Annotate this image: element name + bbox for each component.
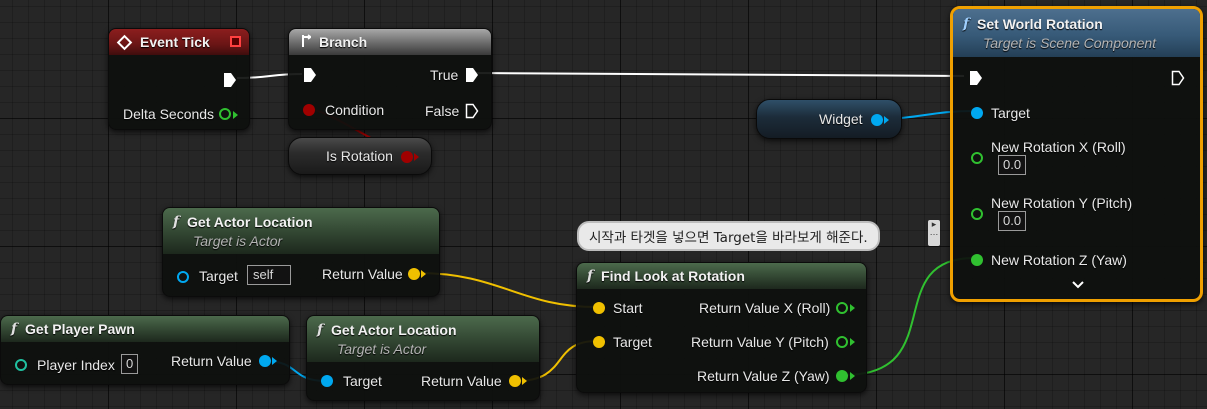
find-look-at-rotation-node[interactable]: f Find Look at Rotation Start Target Ret… xyxy=(576,262,867,393)
set-world-rotation-node[interactable]: f Set World Rotation Target is Scene Com… xyxy=(950,6,1203,302)
is-rotation-label: Is Rotation xyxy=(326,148,393,164)
pawn-return-label: Return Value xyxy=(171,353,252,369)
start-label: Start xyxy=(613,300,643,316)
loc1-target-pin[interactable] xyxy=(177,271,189,283)
loc1-return-pin[interactable] xyxy=(408,268,420,280)
ret-z-pin[interactable] xyxy=(836,370,848,382)
loc1-return-label: Return Value xyxy=(322,266,403,282)
pawn-return-arrow-icon xyxy=(272,357,278,365)
event-diamond-icon xyxy=(116,34,133,50)
function-icon: f xyxy=(587,268,594,284)
set-world-rotation-subtitle: Target is Scene Component xyxy=(983,34,1157,51)
roll-input[interactable]: 0.0 xyxy=(998,155,1027,175)
loc1-target-self-input[interactable]: self xyxy=(247,265,291,285)
delta-seconds-pin[interactable] xyxy=(219,108,231,120)
pitch-input[interactable]: 0.0 xyxy=(998,211,1027,231)
event-tick-header[interactable]: Event Tick xyxy=(109,29,249,55)
player-index-input[interactable]: 0 xyxy=(121,354,139,374)
exec-wire-branch-setrotation xyxy=(475,72,965,77)
player-index-pin[interactable] xyxy=(15,359,27,371)
loc2-return-pin[interactable] xyxy=(509,375,521,387)
delta-seconds-label: Delta Seconds xyxy=(123,106,215,122)
find-look-at-rotation-title: Find Look at Rotation xyxy=(601,268,745,284)
loc2-return-arrow-icon xyxy=(522,377,528,385)
ret-x-label: Return Value X (Roll) xyxy=(699,300,831,316)
comment-pin-icon[interactable]: ▸… xyxy=(928,220,940,246)
swr-target-label: Target xyxy=(991,105,1030,121)
event-tick-title: Event Tick xyxy=(140,34,210,50)
condition-label: Condition xyxy=(325,102,385,118)
ret-z-label: Return Value Z (Yaw) xyxy=(697,368,830,384)
get-player-pawn-title: Get Player Pawn xyxy=(25,321,135,337)
event-tick-node[interactable]: Event Tick Delta Seconds xyxy=(108,28,250,130)
delta-seconds-arrow-icon xyxy=(233,111,239,119)
loc2-target-label: Target xyxy=(343,373,382,389)
branch-true-label: True xyxy=(430,67,459,83)
loc2-target-pin[interactable] xyxy=(321,375,333,387)
comment-bubble[interactable]: 시작과 타겟을 넣으면 Target을 바라보게 해준다. xyxy=(577,221,880,251)
comment-text: 시작과 타겟을 넣으면 Target을 바라보게 해준다. xyxy=(589,230,868,246)
start-pin[interactable] xyxy=(593,302,605,314)
flar-target-pin[interactable] xyxy=(593,336,605,348)
swr-target-pin[interactable] xyxy=(971,107,983,119)
ret-x-pin[interactable] xyxy=(836,302,848,314)
widget-out-pin[interactable] xyxy=(871,114,883,126)
function-icon: f xyxy=(11,321,18,337)
branch-node[interactable]: Branch True Condition False xyxy=(288,28,492,130)
get-actor-location-node-2[interactable]: f Get Actor Location Target is Actor Tar… xyxy=(306,315,540,401)
function-icon: f xyxy=(963,15,970,32)
branch-false-label: False xyxy=(425,103,460,119)
get-actor-location-1-header[interactable]: f Get Actor Location Target is Actor xyxy=(163,208,439,254)
widget-variable[interactable]: Widget xyxy=(756,99,902,139)
roll-label: New Rotation X (Roll) xyxy=(991,139,1126,155)
find-look-at-rotation-header[interactable]: f Find Look at Rotation xyxy=(577,263,866,289)
loc1-return-arrow-icon xyxy=(421,270,427,278)
player-index-label: Player Index xyxy=(37,357,115,373)
get-actor-location-node-1[interactable]: f Get Actor Location Target is Actor Tar… xyxy=(162,207,440,297)
yaw-label: New Rotation Z (Yaw) xyxy=(991,252,1127,268)
get-actor-location-2-subtitle: Target is Actor xyxy=(337,340,427,357)
widget-arrow-icon xyxy=(884,116,890,124)
get-actor-location-1-title: Get Actor Location xyxy=(187,213,313,230)
is-rotation-variable[interactable]: Is Rotation xyxy=(288,137,432,175)
roll-pin[interactable] xyxy=(971,152,983,164)
swr-exec-in-pin[interactable] xyxy=(969,70,983,91)
branch-icon xyxy=(299,33,313,51)
condition-pin[interactable] xyxy=(303,104,315,116)
get-actor-location-1-subtitle: Target is Actor xyxy=(193,232,283,249)
loc1-target-label: Target xyxy=(199,268,238,284)
ret-y-arrow-icon xyxy=(850,338,856,346)
expand-chevron-icon[interactable] xyxy=(1071,277,1085,295)
exec-out-pin[interactable] xyxy=(223,72,237,93)
branch-false-pin[interactable] xyxy=(465,103,479,124)
pitch-label: New Rotation Y (Pitch) xyxy=(991,195,1133,211)
is-rotation-arrow-icon xyxy=(414,153,420,161)
widget-label: Widget xyxy=(819,111,863,127)
set-world-rotation-title: Set World Rotation xyxy=(977,15,1103,32)
function-icon: f xyxy=(317,321,324,338)
ret-y-pin[interactable] xyxy=(836,336,848,348)
ret-y-label: Return Value Y (Pitch) xyxy=(691,334,829,350)
branch-exec-in-pin[interactable] xyxy=(303,67,317,88)
get-actor-location-2-title: Get Actor Location xyxy=(331,321,457,338)
delegate-square-icon[interactable] xyxy=(230,36,241,47)
pawn-return-pin[interactable] xyxy=(259,355,271,367)
function-icon: f xyxy=(173,213,180,230)
branch-header[interactable]: Branch xyxy=(289,29,491,55)
is-rotation-out-pin[interactable] xyxy=(401,151,413,163)
branch-title: Branch xyxy=(319,34,368,50)
ret-z-arrow-icon xyxy=(850,372,856,380)
loc2-return-label: Return Value xyxy=(421,373,502,389)
get-player-pawn-header[interactable]: f Get Player Pawn xyxy=(1,316,289,342)
vector-wire-loc1-start xyxy=(417,272,598,308)
pitch-pin[interactable] xyxy=(971,208,983,220)
flar-target-label: Target xyxy=(613,334,652,350)
branch-true-pin[interactable] xyxy=(465,67,479,88)
swr-exec-out-pin[interactable] xyxy=(1171,70,1185,91)
yaw-pin[interactable] xyxy=(971,254,983,266)
get-player-pawn-node[interactable]: f Get Player Pawn Player Index 0 Return … xyxy=(0,315,290,385)
ret-x-arrow-icon xyxy=(850,304,856,312)
set-world-rotation-header[interactable]: f Set World Rotation Target is Scene Com… xyxy=(953,9,1200,57)
get-actor-location-2-header[interactable]: f Get Actor Location Target is Actor xyxy=(307,316,539,362)
